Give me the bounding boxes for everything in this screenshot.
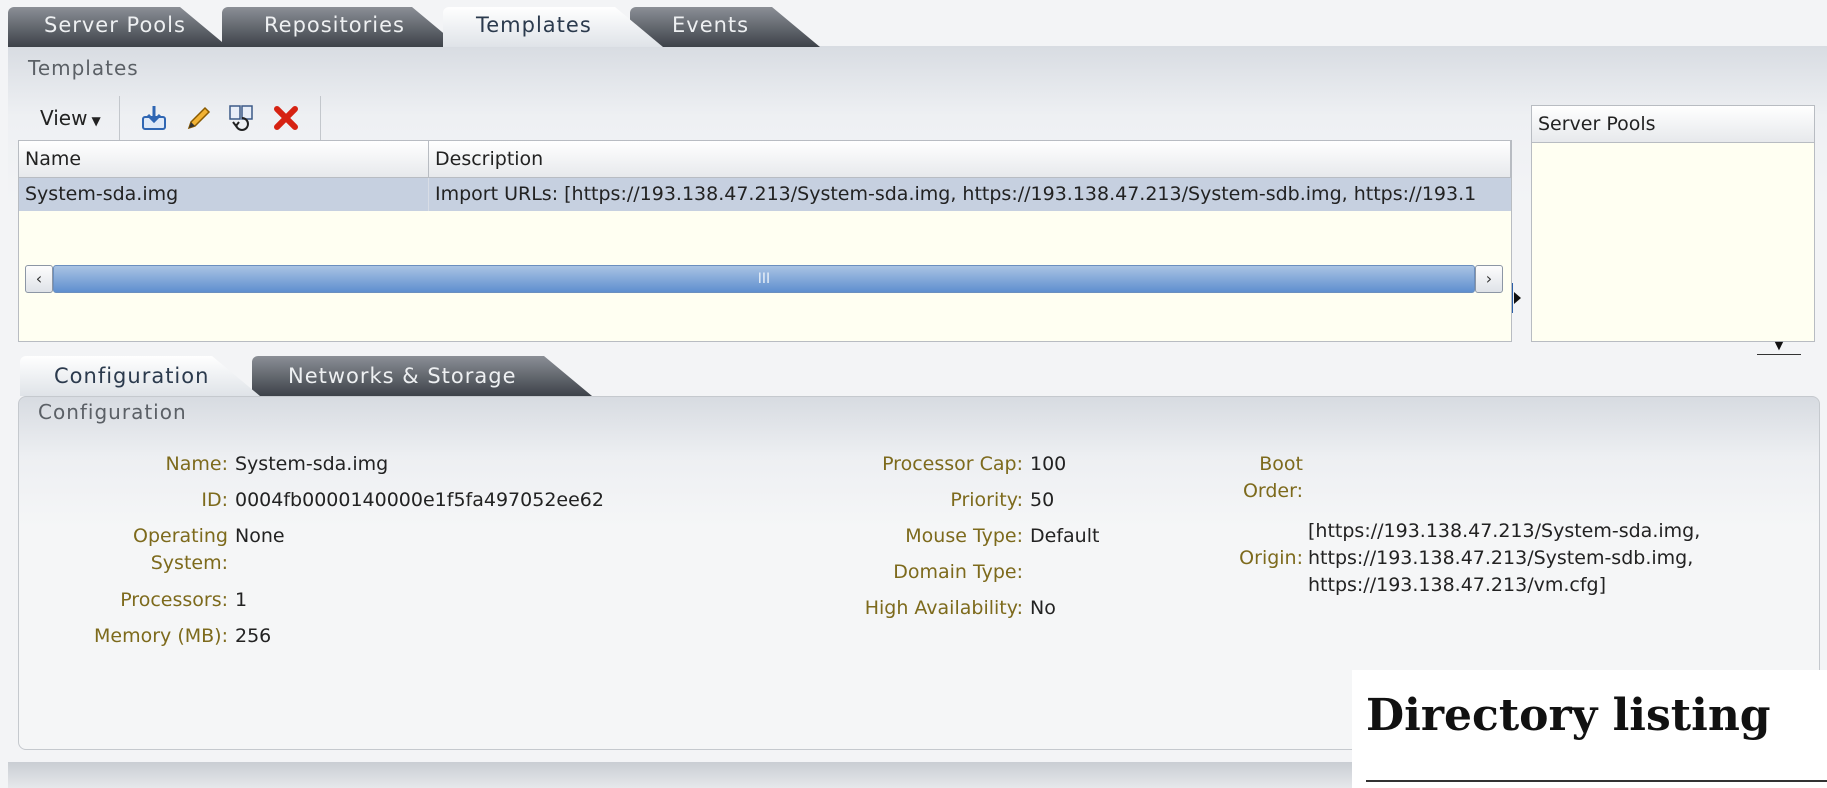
- scrollbar-thumb[interactable]: III: [53, 265, 1475, 293]
- tab-networks-storage[interactable]: Networks & Storage: [252, 356, 592, 396]
- table-header: Name Description: [19, 141, 1511, 178]
- templates-section-title: Templates: [28, 56, 139, 80]
- processors-label: Processors:: [120, 589, 228, 611]
- domain-type-label: Domain Type:: [893, 561, 1023, 583]
- high-availability-label: High Availability:: [864, 597, 1023, 619]
- operating-system-label-line2: System:: [150, 552, 228, 574]
- chevron-down-icon: ▼: [91, 114, 101, 128]
- processor-cap-label: Processor Cap:: [882, 453, 1023, 475]
- table-cell-name: System-sda.img: [19, 178, 429, 211]
- boot-order-label-line1: Boot: [1259, 453, 1303, 475]
- table-row[interactable]: System-sda.img Import URLs: [https://193…: [19, 178, 1511, 211]
- collapse-splitter-icon[interactable]: [1511, 283, 1521, 313]
- high-availability-value: No: [1030, 597, 1056, 619]
- view-menu-button[interactable]: View ▼: [18, 96, 120, 140]
- processors-value: 1: [235, 589, 248, 611]
- name-label: Name:: [165, 453, 228, 475]
- memory-value: 256: [235, 625, 272, 647]
- scroll-right-icon[interactable]: ›: [1475, 265, 1503, 293]
- view-label: View: [40, 106, 88, 130]
- delete-icon[interactable]: [270, 102, 302, 134]
- templates-toolbar: View ▼: [18, 96, 348, 140]
- id-label: ID:: [201, 489, 228, 511]
- name-value: System-sda.img: [235, 453, 389, 475]
- id-value: 0004fb0000140000e1f5fa497052ee62: [235, 489, 604, 511]
- operating-system-value: None: [235, 525, 285, 547]
- tab-events[interactable]: Events: [630, 7, 820, 47]
- mouse-type-value: Default: [1030, 525, 1100, 547]
- table-cell-description: Import URLs: [https://193.138.47.213/Sys…: [435, 183, 1477, 205]
- scroll-left-icon[interactable]: ‹: [25, 265, 53, 293]
- toolbar-actions: [120, 96, 321, 140]
- boot-order-label-line2: Order:: [1242, 480, 1303, 502]
- server-pools-header: Server Pools: [1532, 106, 1814, 143]
- origin-line-3: https://193.138.47.213/vm.cfg]: [1308, 574, 1606, 596]
- edit-icon[interactable]: [182, 102, 214, 134]
- priority-value: 50: [1030, 489, 1055, 511]
- origin-label: Origin:: [1239, 547, 1303, 569]
- horizontal-rule: [1366, 780, 1827, 782]
- operating-system-label: Operating System:: [60, 523, 228, 577]
- horizontal-scrollbar[interactable]: ‹ III ›: [25, 265, 1503, 293]
- origin-line-1: [https://193.138.47.213/System-sda.img,: [1308, 520, 1701, 542]
- server-pools-panel: Server Pools: [1531, 105, 1815, 342]
- priority-label: Priority:: [950, 489, 1023, 511]
- top-tab-bar: Server Pools Repositories Templates Even…: [8, 7, 908, 47]
- templates-table: Name Description System-sda.img Import U…: [18, 140, 1512, 342]
- column-header-description[interactable]: Description: [429, 141, 1511, 177]
- origin-line-2: https://193.138.47.213/System-sdb.img,: [1308, 547, 1694, 569]
- origin-value: [https://193.138.47.213/System-sda.img, …: [1308, 518, 1700, 599]
- clone-icon[interactable]: [226, 102, 258, 134]
- mouse-type-label: Mouse Type:: [905, 525, 1023, 547]
- boot-order-label: Boot Order:: [1220, 451, 1303, 505]
- configuration-title: Configuration: [38, 400, 187, 424]
- memory-label: Memory (MB):: [94, 625, 228, 647]
- column-header-name[interactable]: Name: [19, 141, 429, 177]
- expand-arrow-icon[interactable]: ▼: [1757, 340, 1801, 355]
- tab-server-pools[interactable]: Server Pools: [8, 7, 228, 47]
- bottom-bar: [8, 762, 1368, 788]
- import-icon[interactable]: [138, 102, 170, 134]
- processor-cap-value: 100: [1030, 453, 1067, 475]
- directory-listing-title: Directory listing: [1366, 690, 1771, 741]
- tab-repositories[interactable]: Repositories: [222, 7, 460, 47]
- operating-system-label-line1: Operating: [133, 525, 228, 547]
- directory-listing-overlay: Directory listing: [1352, 670, 1827, 788]
